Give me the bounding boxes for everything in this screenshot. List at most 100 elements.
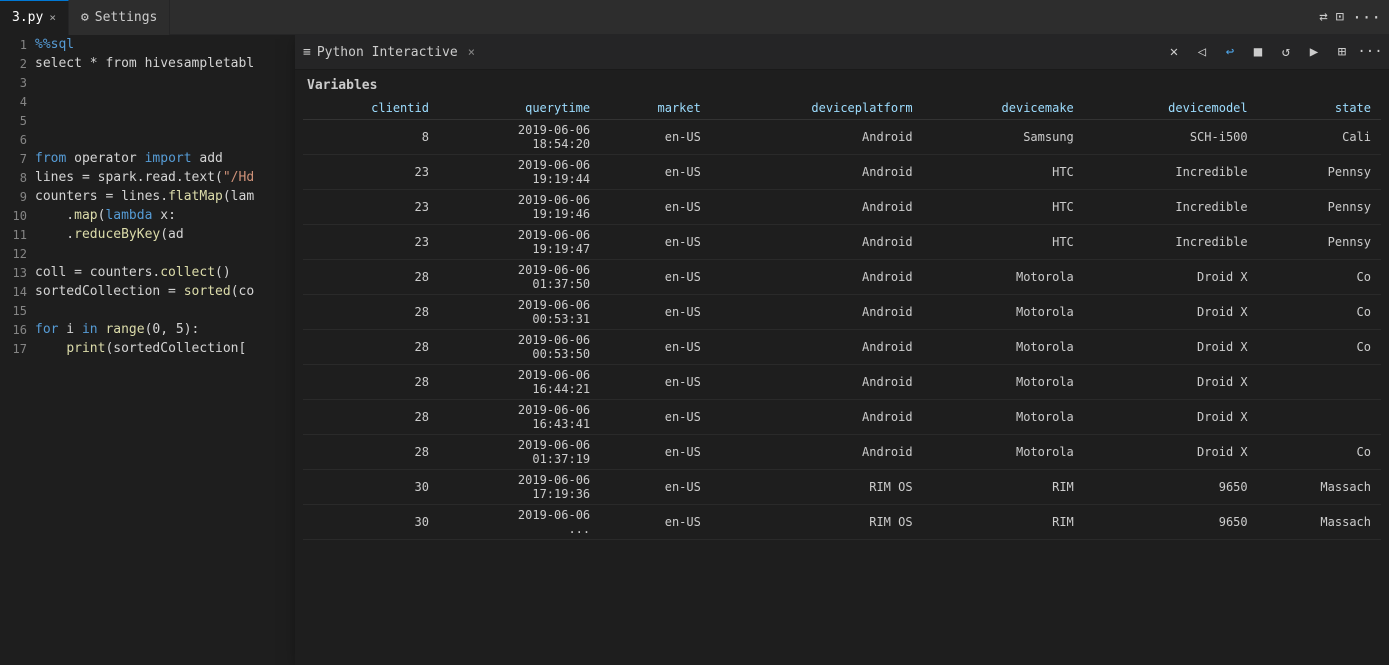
cell-querytime: 2019-06-06 18:54:20 (439, 120, 600, 155)
cell-clientid: 23 (303, 225, 439, 260)
cell-querytime: 2019-06-06 16:43:41 (439, 400, 600, 435)
cell-market: en-US (600, 435, 711, 470)
settings-tab-label: Settings (95, 10, 158, 25)
table-row: 282019-06-06 16:44:21en-USAndroidMotorol… (303, 365, 1381, 400)
cell-devicemodel: Droid X (1084, 400, 1258, 435)
cell-devicemake: HTC (923, 155, 1084, 190)
cell-deviceplatform: Android (711, 295, 923, 330)
editor-area: 1 %%sql 2 select * from hivesampletabl 3… (0, 35, 295, 665)
tab-settings[interactable]: ⚙ Settings (69, 0, 170, 35)
cell-querytime: 2019-06-06 16:44:21 (439, 365, 600, 400)
cell-querytime: 2019-06-06 ... (439, 505, 600, 540)
editor-line-15: 15 (0, 301, 295, 320)
editor-tab-label: 3.py (12, 10, 43, 25)
cell-market: en-US (600, 190, 711, 225)
cell-deviceplatform: Android (711, 190, 923, 225)
editor-tab-actions: ⇄ ⊡ ··· (1311, 8, 1389, 27)
col-header-querytime: querytime (439, 97, 600, 120)
cell-clientid: 30 (303, 505, 439, 540)
cell-market: en-US (600, 365, 711, 400)
table-row: 282019-06-06 00:53:31en-USAndroidMotorol… (303, 295, 1381, 330)
cell-querytime: 2019-06-06 17:19:36 (439, 470, 600, 505)
cell-deviceplatform: RIM OS (711, 470, 923, 505)
table-body: 82019-06-06 18:54:20en-USAndroidSamsungS… (303, 120, 1381, 540)
cell-devicemake: HTC (923, 190, 1084, 225)
data-table-wrapper[interactable]: clientid querytime market deviceplatform… (295, 97, 1389, 665)
table-row: 232019-06-06 19:19:44en-USAndroidHTCIncr… (303, 155, 1381, 190)
col-header-devicemake: devicemake (923, 97, 1084, 120)
cell-clientid: 28 (303, 435, 439, 470)
cell-devicemake: RIM (923, 505, 1084, 540)
panel-stop-btn[interactable]: ■ (1247, 41, 1269, 63)
cell-state: Pennsy (1258, 225, 1381, 260)
cell-clientid: 28 (303, 295, 439, 330)
tab-editor[interactable]: 3.py × (0, 0, 69, 35)
editor-line-6: 6 (0, 130, 295, 149)
cell-market: en-US (600, 155, 711, 190)
cell-state: Massach (1258, 505, 1381, 540)
cell-market: en-US (600, 505, 711, 540)
panel-more-btn[interactable]: ··· (1359, 41, 1381, 63)
main-area: 1 %%sql 2 select * from hivesampletabl 3… (0, 35, 1389, 665)
col-header-deviceplatform: deviceplatform (711, 97, 923, 120)
cell-devicemodel: Incredible (1084, 225, 1258, 260)
variables-section: Variables (295, 70, 1389, 97)
panel-run-btn[interactable]: ▶ (1303, 41, 1325, 63)
panel-close-btn[interactable]: ✕ (1163, 41, 1185, 63)
editor-tab-close[interactable]: × (49, 11, 56, 24)
cell-devicemodel: Incredible (1084, 155, 1258, 190)
cell-clientid: 28 (303, 400, 439, 435)
panel-restart-btn[interactable]: ↺ (1275, 41, 1297, 63)
cell-market: en-US (600, 330, 711, 365)
cell-deviceplatform: RIM OS (711, 505, 923, 540)
editor-line-17: 17 print(sortedCollection[ (0, 339, 295, 358)
editor-line-3: 3 (0, 73, 295, 92)
panel-back-btn[interactable]: ◁ (1191, 41, 1213, 63)
editor-line-13: 13 coll = counters.collect() (0, 263, 295, 282)
editor-line-16: 16 for i in range(0, 5): (0, 320, 295, 339)
panel-grid-btn[interactable]: ⊞ (1331, 41, 1353, 63)
editor-line-2: 2 select * from hivesampletabl (0, 54, 295, 73)
cell-devicemake: Motorola (923, 435, 1084, 470)
table-row: 302019-06-06 ...en-USRIM OSRIM9650Massac… (303, 505, 1381, 540)
editor-line-9: 9 counters = lines.flatMap(lam (0, 187, 295, 206)
cell-deviceplatform: Android (711, 435, 923, 470)
cell-devicemake: Motorola (923, 365, 1084, 400)
col-header-clientid: clientid (303, 97, 439, 120)
editor-line-4: 4 (0, 92, 295, 111)
cell-state: Pennsy (1258, 155, 1381, 190)
layout-icon[interactable]: ⊡ (1336, 9, 1344, 25)
cell-market: en-US (600, 470, 711, 505)
python-panel: ≡ Python Interactive × ✕ ◁ ↩ ■ ↺ ▶ ⊞ ···… (295, 35, 1389, 665)
python-panel-icon: ≡ (303, 45, 311, 60)
editor-line-11: 11 .reduceByKey(ad (0, 225, 295, 244)
cell-clientid: 28 (303, 330, 439, 365)
cell-querytime: 2019-06-06 00:53:50 (439, 330, 600, 365)
cell-market: en-US (600, 260, 711, 295)
table-row: 232019-06-06 19:19:46en-USAndroidHTCIncr… (303, 190, 1381, 225)
table-row: 82019-06-06 18:54:20en-USAndroidSamsungS… (303, 120, 1381, 155)
python-panel-actions: ✕ ◁ ↩ ■ ↺ ▶ ⊞ ··· (1163, 41, 1381, 63)
cell-devicemake: Motorola (923, 260, 1084, 295)
cell-devicemodel: Droid X (1084, 330, 1258, 365)
editor-line-7: 7 from operator import add (0, 149, 295, 168)
cell-state: Co (1258, 295, 1381, 330)
col-header-devicemodel: devicemodel (1084, 97, 1258, 120)
cell-devicemodel: Droid X (1084, 365, 1258, 400)
cell-devicemake: RIM (923, 470, 1084, 505)
panel-redo-blue-btn[interactable]: ↩ (1219, 41, 1241, 63)
editor-line-5: 5 (0, 111, 295, 130)
python-panel-tab-close[interactable]: × (468, 45, 475, 59)
cell-querytime: 2019-06-06 19:19:46 (439, 190, 600, 225)
split-editor-icon[interactable]: ⇄ (1319, 9, 1327, 25)
cell-clientid: 23 (303, 190, 439, 225)
editor-line-8: 8 lines = spark.read.text("/Hd (0, 168, 295, 187)
cell-querytime: 2019-06-06 19:19:47 (439, 225, 600, 260)
editor-line-1: 1 %%sql (0, 35, 295, 54)
cell-devicemake: Motorola (923, 400, 1084, 435)
cell-state: Co (1258, 330, 1381, 365)
cell-clientid: 28 (303, 260, 439, 295)
cell-devicemodel: 9650 (1084, 505, 1258, 540)
more-actions-icon[interactable]: ··· (1352, 8, 1381, 27)
cell-clientid: 23 (303, 155, 439, 190)
